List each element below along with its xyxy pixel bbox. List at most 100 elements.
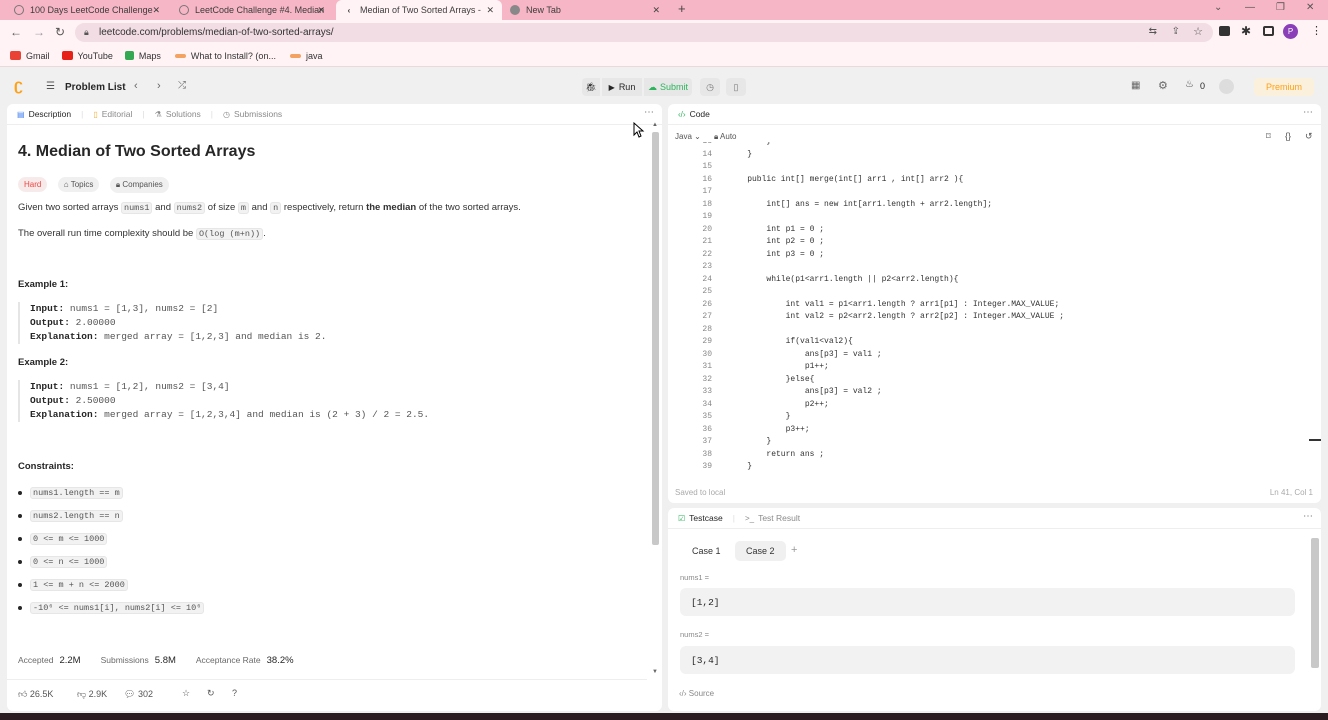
tab-code[interactable]: ‹/› Code [678, 109, 710, 119]
reset-icon[interactable]: ↺ [1305, 131, 1313, 142]
source-label: Source [688, 689, 715, 698]
nums1-input[interactable]: [1,2] [680, 588, 1295, 616]
scrollbar[interactable] [652, 132, 659, 545]
translate-icon[interactable]: ⇆ [1149, 26, 1157, 37]
code-icon: ‹/› [678, 109, 686, 119]
chevron-down-icon[interactable]: ⌄ [1214, 2, 1222, 13]
explanation-label: Explanation: [30, 409, 99, 420]
add-case-button[interactable]: + [791, 544, 797, 556]
close-window-button[interactable]: ✕ [1306, 2, 1314, 13]
stat-value: 5.8M [154, 655, 176, 666]
tab-case-2[interactable]: Case 2 [735, 541, 786, 561]
more-icon[interactable]: ⋯ [1303, 107, 1313, 118]
submit-button[interactable]: ☁ Submit [644, 78, 692, 96]
prev-problem-icon[interactable]: ‹ [134, 80, 138, 92]
streak-fire-icon[interactable]: ♨ [1185, 79, 1194, 90]
shuffle-icon[interactable]: ⤮ [178, 80, 186, 91]
history-icon: ◷ [223, 109, 230, 119]
topics-button[interactable]: ⌂ Topics [57, 177, 100, 192]
tab-solutions[interactable]: ⚗ Solutions [155, 109, 201, 119]
constraint-code: nums2.length == n [30, 510, 123, 522]
menu-icon[interactable]: ⋮ [1311, 24, 1322, 37]
reload-icon[interactable]: ↻ [55, 25, 65, 39]
statement-text: and [249, 202, 271, 213]
maximize-button[interactable]: ❐ [1276, 2, 1285, 13]
star-icon[interactable]: ☆ [1193, 25, 1203, 38]
tab-testcase[interactable]: ☑ Testcase [678, 513, 723, 523]
new-tab-button[interactable]: + [678, 1, 686, 16]
tab-test-result[interactable]: >_ Test Result [745, 513, 800, 523]
leetcode-logo-icon[interactable]: ʗ [14, 77, 23, 95]
code-editor[interactable]: 13 }14 }1516 public int[] merge(int[] ar… [668, 142, 1321, 480]
code-line: 37 } [668, 436, 1308, 449]
layout-icon[interactable]: ▦ [1131, 80, 1140, 91]
debug-icon[interactable]: 🐞︎ [582, 78, 600, 96]
comments-count: 302 [137, 689, 153, 699]
close-icon[interactable]: ✕ [152, 5, 160, 16]
language-select[interactable]: Java ⌄ [675, 132, 701, 141]
tab-submissions[interactable]: ◷ Submissions [223, 109, 282, 119]
avatar[interactable] [1219, 79, 1234, 94]
companies-button[interactable]: 🔒︎ Companies [109, 177, 169, 193]
minimize-button[interactable]: — [1245, 2, 1255, 13]
share-icon[interactable]: ↻ [207, 688, 215, 699]
back-icon[interactable]: ← [10, 25, 22, 39]
run-button[interactable]: ▶ Run [602, 78, 642, 96]
close-icon[interactable]: ✕ [317, 5, 325, 16]
browser-tab-active[interactable]: ‹ Median of Two Sorted Arrays - ✕ [336, 0, 502, 20]
premium-button[interactable]: Premium [1254, 78, 1314, 96]
line-number: 27 [702, 312, 712, 321]
scroll-down-icon[interactable]: ▼ [652, 669, 658, 675]
code-line: 32 }else{ [668, 374, 1308, 387]
bookmark-what-to-install[interactable]: What to Install? (on... [174, 51, 276, 61]
browser-tab[interactable]: New Tab ✕ [502, 0, 668, 20]
code-text: public int[] merge(int[] arr1 , int[] ar… [728, 174, 964, 184]
source-link[interactable]: ‹/› Source [679, 689, 714, 698]
extension-icon[interactable] [1219, 26, 1230, 36]
problem-list-link[interactable]: Problem List [65, 82, 126, 93]
scrollbar[interactable] [1311, 538, 1319, 668]
line-number: 22 [702, 249, 712, 259]
next-problem-icon[interactable]: › [157, 80, 161, 92]
code-line: 35 } [668, 411, 1308, 424]
auto-mode-toggle[interactable]: 🔒︎ Auto [714, 132, 737, 142]
url-input[interactable]: 🔒︎ leetcode.com/problems/median-of-two-s… [75, 23, 1213, 42]
help-icon[interactable]: ? [232, 688, 237, 698]
star-icon[interactable]: ☆ [182, 688, 190, 699]
code-line: 20 int p1 = 0 ; [668, 224, 1308, 237]
share-icon[interactable]: ⇪ [1172, 26, 1180, 37]
like-button[interactable]: 👍︎ 26.5K [18, 689, 53, 700]
tab-editorial[interactable]: ▯ Editorial [93, 109, 132, 119]
bookmark-maps[interactable]: Maps [124, 51, 161, 61]
more-icon[interactable]: ⋯ [1303, 511, 1313, 522]
bookmark-gmail[interactable]: Gmail [10, 51, 50, 61]
side-panel-icon[interactable] [1263, 26, 1274, 36]
output-value: 2.00000 [75, 317, 116, 328]
more-icon[interactable]: ⋯ [644, 107, 654, 118]
code-line: 21 int p2 = 0 ; [668, 236, 1308, 249]
close-icon[interactable]: ✕ [652, 5, 660, 16]
bookmark-icon[interactable]: ⌑ [1266, 131, 1271, 142]
scroll-up-icon[interactable]: ▲ [652, 122, 658, 128]
tab-label: Code [689, 109, 710, 119]
tab-case-1[interactable]: Case 1 [681, 541, 732, 561]
browser-tab[interactable]: LeetCode Challenge #4. Median ✕ [171, 0, 333, 20]
comments-button[interactable]: 💬︎ 302 [124, 689, 153, 700]
bookmark-youtube[interactable]: YouTube [61, 51, 113, 61]
dislike-button[interactable]: 👎︎ 2.9K [77, 689, 107, 700]
bookmark-java[interactable]: java [289, 51, 322, 61]
nums2-input[interactable]: [3,4] [680, 646, 1295, 674]
puzzle-icon[interactable]: ✱ [1241, 24, 1251, 38]
forward-icon[interactable]: → [33, 25, 45, 39]
timer-icon[interactable]: ◷ [700, 78, 720, 96]
close-icon[interactable]: ✕ [486, 5, 494, 16]
gear-icon[interactable]: ⚙ [1158, 79, 1168, 92]
tab-title: LeetCode Challenge #4. Median [195, 5, 325, 15]
notes-icon[interactable]: ▯ [726, 78, 746, 96]
browser-tab[interactable]: 100 Days LeetCode Challenge - ✕ [6, 0, 168, 20]
tab-description[interactable]: ▤ Description [17, 109, 71, 119]
avatar[interactable]: P [1283, 24, 1298, 39]
thumbs-down-icon: 👎︎ [77, 689, 89, 699]
braces-icon[interactable]: {} [1285, 131, 1291, 141]
line-number: 24 [702, 274, 712, 284]
